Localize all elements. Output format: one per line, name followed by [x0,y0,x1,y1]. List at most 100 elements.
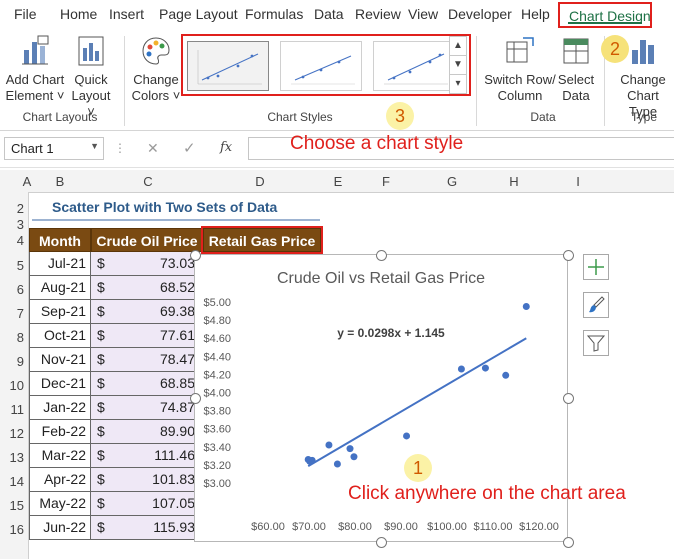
month-cell[interactable]: Jan-22 [29,396,91,420]
crude-oil-cell[interactable]: $101.83 [91,468,201,492]
month-cell[interactable]: Jun-22 [29,516,91,540]
row-header[interactable]: 8 [0,330,24,345]
crude-oil-cell[interactable]: $115.93 [91,516,201,540]
enter-icon[interactable]: ✓ [183,139,196,157]
row-header[interactable]: 6 [0,282,24,297]
crude-oil-cell[interactable]: $73.03 [91,252,201,276]
insert-function-icon[interactable]: fx [220,140,232,155]
row-header[interactable]: 14 [0,474,24,489]
trendline-equation[interactable]: y = 0.0298x + 1.145 [337,326,445,340]
tab-page-layout[interactable]: Page Layout [159,6,238,22]
tab-data[interactable]: Data [314,6,344,22]
resize-handle[interactable] [563,537,574,548]
chart-style-3-thumbnail[interactable] [373,41,455,91]
y-axis[interactable]: $3.00 $3.20 $3.40 $3.60 $3.80 $4.00 $4.20 $4.40… [203,297,231,490]
tab-view[interactable]: View [408,6,438,22]
month-cell[interactable]: May-22 [29,492,91,516]
month-cell[interactable]: Nov-21 [29,348,91,372]
change-colors-button[interactable]: Change Colors ˅ [130,34,182,104]
row-header[interactable]: 15 [0,498,24,513]
column-header[interactable]: A [22,174,32,189]
resize-handle[interactable] [190,393,201,404]
name-box[interactable]: Chart 1 ▼ [4,137,104,160]
crude-oil-cell[interactable]: $74.87 [91,396,201,420]
switch-row-column-button[interactable]: Switch Row/ Column [482,34,558,104]
row-header[interactable]: 16 [0,522,24,537]
column-header[interactable]: G [432,174,472,189]
month-cell[interactable]: Aug-21 [29,276,91,300]
crude-oil-cell[interactable]: $107.05 [91,492,201,516]
chart-elements-button[interactable] [583,254,609,280]
data-point[interactable] [346,445,354,453]
tab-developer[interactable]: Developer [448,6,512,22]
row-header[interactable]: 2 [0,201,24,216]
crude-oil-cell[interactable]: $111.46 [91,444,201,468]
data-point[interactable] [481,364,489,372]
tab-insert[interactable]: Insert [109,6,144,22]
data-point[interactable] [306,457,314,465]
row-header[interactable]: 5 [0,258,24,273]
data-point[interactable] [457,365,465,373]
row-header[interactable]: 3 [0,217,24,232]
column-header[interactable]: H [494,174,534,189]
resize-handle[interactable] [376,537,387,548]
tab-chart-design[interactable]: Chart Design [558,2,652,28]
tab-formulas[interactable]: Formulas [245,6,303,22]
month-cell[interactable]: Apr-22 [29,468,91,492]
change-chart-type-button[interactable]: Change Chart Type [612,34,674,120]
month-cell[interactable]: Feb-22 [29,420,91,444]
column-header[interactable]: D [240,174,280,189]
gallery-scroll-up[interactable]: ▲ [449,36,467,56]
tab-help[interactable]: Help [521,6,550,22]
month-cell[interactable]: Mar-22 [29,444,91,468]
data-point[interactable] [502,371,510,379]
trendline[interactable] [307,337,527,467]
row-header[interactable]: 9 [0,354,24,369]
row-header[interactable]: 12 [0,426,24,441]
tab-review[interactable]: Review [355,6,401,22]
crude-oil-cell[interactable]: $77.61 [91,324,201,348]
chevron-down-icon[interactable]: ▼ [90,141,99,151]
month-cell[interactable]: Dec-21 [29,372,91,396]
data-point[interactable] [403,432,411,440]
quick-layout-button[interactable]: Quick Layout ˅ [68,34,114,120]
crude-oil-cell[interactable]: $89.90 [91,420,201,444]
column-header[interactable]: B [40,174,80,189]
data-point[interactable] [522,303,530,311]
column-header[interactable]: I [558,174,598,189]
chart-style-2-thumbnail[interactable] [280,41,362,91]
select-data-button[interactable]: Select Data [556,34,596,104]
resize-handle[interactable] [563,393,574,404]
tab-file[interactable]: File [14,6,37,22]
data-point[interactable] [333,460,341,468]
tab-home[interactable]: Home [60,6,97,22]
chart-filters-button[interactable] [583,330,609,356]
table-header-month[interactable]: Month [29,228,91,252]
add-chart-element-button[interactable]: Add Chart Element ˅ [4,34,66,104]
row-header[interactable]: 10 [0,378,24,393]
column-header[interactable]: F [366,174,406,189]
cancel-icon[interactable]: ✕ [147,140,159,157]
resize-handle[interactable] [190,250,201,261]
row-header[interactable]: 7 [0,306,24,321]
resize-handle[interactable] [376,250,387,261]
crude-oil-cell[interactable]: $68.85 [91,372,201,396]
crude-oil-cell[interactable]: $68.52 [91,276,201,300]
chart-styles-gallery[interactable]: ▲ ▼ ▾ [181,34,471,96]
crude-oil-cell[interactable]: $78.47 [91,348,201,372]
gallery-more-button[interactable]: ▾ [449,74,467,94]
chart-styles-button[interactable] [583,292,609,318]
table-header-retail-gas[interactable]: Retail Gas Price [201,226,323,254]
x-axis[interactable]: $60.00 $70.00 $80.00 $90.00 $100.00 $110.00 $1… [251,521,559,533]
chart-style-1-thumbnail[interactable] [187,41,269,91]
data-point[interactable] [350,453,358,461]
row-header[interactable]: 4 [0,233,24,248]
month-cell[interactable]: Sep-21 [29,300,91,324]
month-cell[interactable]: Jul-21 [29,252,91,276]
table-header-crude-oil[interactable]: Crude Oil Price [91,228,203,252]
row-header[interactable]: 13 [0,450,24,465]
chart-title[interactable]: Crude Oil vs Retail Gas Price [277,270,485,287]
month-cell[interactable]: Oct-21 [29,324,91,348]
column-header[interactable]: C [128,174,168,189]
column-header[interactable]: E [318,174,358,189]
